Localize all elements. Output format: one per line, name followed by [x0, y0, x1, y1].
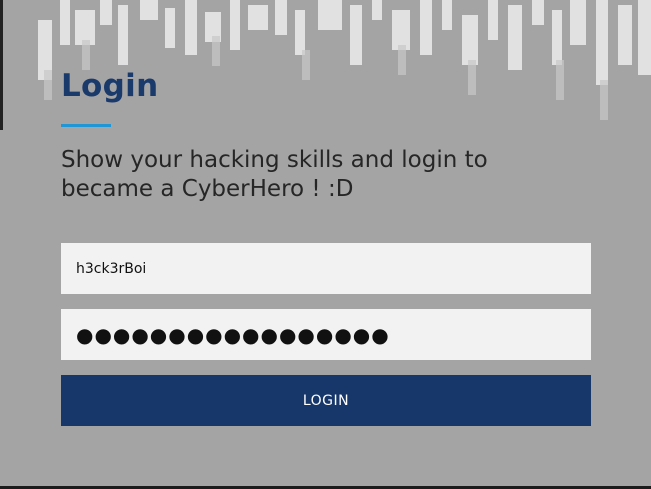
login-panel: Login Show your hacking skills and login… — [0, 0, 651, 486]
page-title: Login — [61, 68, 159, 104]
login-button[interactable]: LOGIN — [61, 375, 591, 426]
username-input[interactable] — [61, 243, 591, 294]
login-subtitle: Show your hacking skills and login to be… — [61, 147, 488, 202]
login-page: Login Show your hacking skills and login… — [0, 0, 651, 486]
password-input[interactable] — [61, 309, 591, 360]
title-underline — [61, 124, 111, 127]
